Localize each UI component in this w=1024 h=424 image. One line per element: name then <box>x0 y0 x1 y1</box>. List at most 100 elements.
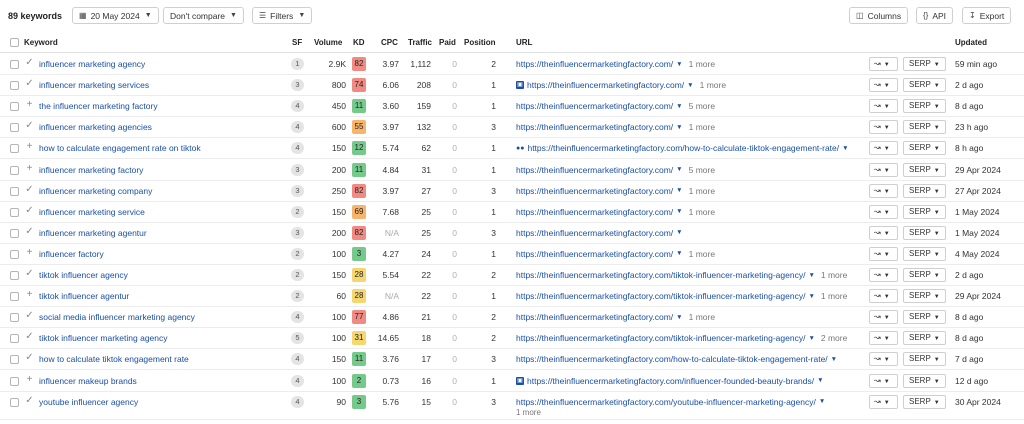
trend-button[interactable]: ↝ ▼ <box>869 78 898 93</box>
ranking-url-link[interactable]: https://theinfluencermarketingfactory.co… <box>516 312 673 322</box>
trend-button[interactable]: ↝ ▼ <box>869 373 898 388</box>
keyword-link[interactable]: influencer marketing agencies <box>39 122 152 132</box>
header-position[interactable]: Position <box>464 38 496 47</box>
chevron-down-icon[interactable]: ▼ <box>842 145 848 152</box>
serp-features-badge[interactable]: 4 <box>291 374 304 387</box>
chevron-down-icon[interactable]: ▼ <box>676 229 682 236</box>
row-checkbox[interactable] <box>10 144 19 154</box>
serp-dropdown[interactable]: SERP ▼ <box>903 352 946 367</box>
trend-button[interactable]: ↝ ▼ <box>869 57 898 71</box>
more-urls-link[interactable]: 1 more <box>700 80 726 90</box>
serp-features-badge[interactable]: 2 <box>291 247 304 260</box>
keyword-link[interactable]: influencer marketing company <box>39 186 152 196</box>
ranking-url-link[interactable]: https://theinfluencermarketingfactory.co… <box>527 80 684 90</box>
ranking-url-link[interactable]: https://theinfluencermarketingfactory.co… <box>516 59 673 69</box>
more-urls-link[interactable]: 1 more <box>689 249 715 259</box>
chevron-down-icon[interactable]: ▼ <box>676 208 682 215</box>
row-checkbox[interactable] <box>10 313 19 323</box>
serp-dropdown[interactable]: SERP ▼ <box>903 141 946 156</box>
more-urls-link[interactable]: 5 more <box>689 101 715 111</box>
more-urls-link[interactable]: 5 more <box>689 165 715 175</box>
more-urls-link[interactable]: 2 more <box>821 333 847 343</box>
ranking-url-link[interactable]: https://theinfluencermarketingfactory.co… <box>527 376 814 386</box>
serp-features-badge[interactable]: 2 <box>291 205 304 218</box>
ranking-url-link[interactable]: https://theinfluencermarketingfactory.co… <box>516 249 673 259</box>
serp-features-badge[interactable]: 4 <box>291 142 304 155</box>
ranking-url-link[interactable]: https://theinfluencermarketingfactory.co… <box>516 186 673 196</box>
trend-button[interactable]: ↝ ▼ <box>869 162 898 177</box>
keyword-link[interactable]: influencer makeup brands <box>39 376 137 386</box>
header-url[interactable]: URL <box>516 38 532 47</box>
serp-features-badge[interactable]: 2 <box>291 290 304 303</box>
ranking-url-link[interactable]: https://theinfluencermarketingfactory.co… <box>516 228 673 238</box>
row-checkbox[interactable] <box>10 165 19 175</box>
serp-dropdown[interactable]: SERP ▼ <box>903 183 946 198</box>
trend-button[interactable]: ↝ ▼ <box>869 246 898 261</box>
row-checkbox[interactable] <box>10 376 19 386</box>
header-cpc[interactable]: CPC <box>381 38 398 47</box>
ranking-url-link[interactable]: https://theinfluencermarketingfactory.co… <box>516 354 828 364</box>
trend-button[interactable]: ↝ ▼ <box>869 225 898 240</box>
chevron-down-icon[interactable]: ▼ <box>676 124 682 131</box>
row-checkbox[interactable] <box>10 60 19 69</box>
chevron-down-icon[interactable]: ▼ <box>817 377 823 384</box>
keyword-link[interactable]: tiktok influencer agentur <box>39 291 129 301</box>
keyword-link[interactable]: how to calculate engagement rate on tikt… <box>39 143 201 153</box>
plus-icon[interactable]: + <box>24 374 35 385</box>
plus-icon[interactable]: + <box>24 163 35 174</box>
keyword-link[interactable]: influencer marketing service <box>39 207 145 217</box>
chevron-down-icon[interactable]: ▼ <box>676 61 682 68</box>
serp-dropdown[interactable]: SERP ▼ <box>903 225 946 240</box>
more-urls-link[interactable]: 1 more <box>689 207 715 217</box>
trend-button[interactable]: ↝ ▼ <box>869 352 898 367</box>
serp-features-badge[interactable]: 4 <box>291 121 304 134</box>
api-button[interactable]: {} API <box>916 7 954 24</box>
serp-dropdown[interactable]: SERP ▼ <box>903 204 946 219</box>
serp-dropdown[interactable]: SERP ▼ <box>903 57 946 71</box>
keyword-link[interactable]: influencer marketing services <box>39 80 149 90</box>
header-paid[interactable]: Paid <box>439 38 456 47</box>
more-urls-link[interactable]: 1 more <box>821 291 847 301</box>
serp-dropdown[interactable]: SERP ▼ <box>903 289 946 304</box>
keyword-link[interactable]: how to calculate tiktok engagement rate <box>39 354 189 364</box>
chevron-down-icon[interactable]: ▼ <box>831 356 837 363</box>
serp-features-badge[interactable]: 2 <box>291 269 304 281</box>
keyword-link[interactable]: youtube influencer agency <box>39 397 138 407</box>
chevron-down-icon[interactable]: ▼ <box>676 250 682 257</box>
keyword-link[interactable]: the influencer marketing factory <box>39 101 158 111</box>
more-urls-link[interactable]: 1 more <box>821 270 847 280</box>
ranking-url-link[interactable]: https://theinfluencermarketingfactory.co… <box>516 397 816 407</box>
serp-features-badge[interactable]: 3 <box>291 163 304 176</box>
row-checkbox[interactable] <box>10 102 19 112</box>
trend-button[interactable]: ↝ ▼ <box>869 120 898 135</box>
serp-features-badge[interactable]: 4 <box>291 353 304 366</box>
serp-dropdown[interactable]: SERP ▼ <box>903 331 946 346</box>
compare-dropdown[interactable]: Don't compare ▼ <box>163 7 244 24</box>
keyword-link[interactable]: social media influencer marketing agency <box>39 312 195 322</box>
header-traffic[interactable]: Traffic <box>408 38 432 47</box>
ranking-url-link[interactable]: https://theinfluencermarketingfactory.co… <box>516 207 673 217</box>
serp-features-badge[interactable]: 5 <box>291 332 304 345</box>
keyword-link[interactable]: influencer marketing agency <box>39 59 145 69</box>
row-checkbox[interactable] <box>10 81 19 91</box>
keyword-link[interactable]: tiktok influencer marketing agency <box>39 333 168 343</box>
header-keyword[interactable]: Keyword <box>24 38 58 47</box>
chevron-down-icon[interactable]: ▼ <box>808 293 814 300</box>
row-checkbox[interactable] <box>10 228 19 238</box>
columns-button[interactable]: ◫ Columns <box>849 7 909 24</box>
row-checkbox[interactable] <box>10 249 19 259</box>
header-kd[interactable]: KD <box>353 38 365 47</box>
row-checkbox[interactable] <box>10 207 19 217</box>
check-icon[interactable]: ✓ <box>24 184 35 195</box>
serp-features-badge[interactable]: 4 <box>291 395 304 408</box>
serp-features-badge[interactable]: 4 <box>291 100 304 113</box>
plus-icon[interactable]: + <box>24 247 35 258</box>
date-picker-button[interactable]: ▦ 20 May 2024 ▼ <box>72 7 159 24</box>
check-icon[interactable]: ✓ <box>24 57 35 68</box>
serp-features-badge[interactable]: 4 <box>291 311 304 324</box>
check-icon[interactable]: ✓ <box>24 395 35 406</box>
row-checkbox[interactable] <box>10 123 19 133</box>
more-urls-link[interactable]: 1 more <box>689 59 715 69</box>
row-checkbox[interactable] <box>10 355 19 365</box>
check-icon[interactable]: ✓ <box>24 268 35 279</box>
